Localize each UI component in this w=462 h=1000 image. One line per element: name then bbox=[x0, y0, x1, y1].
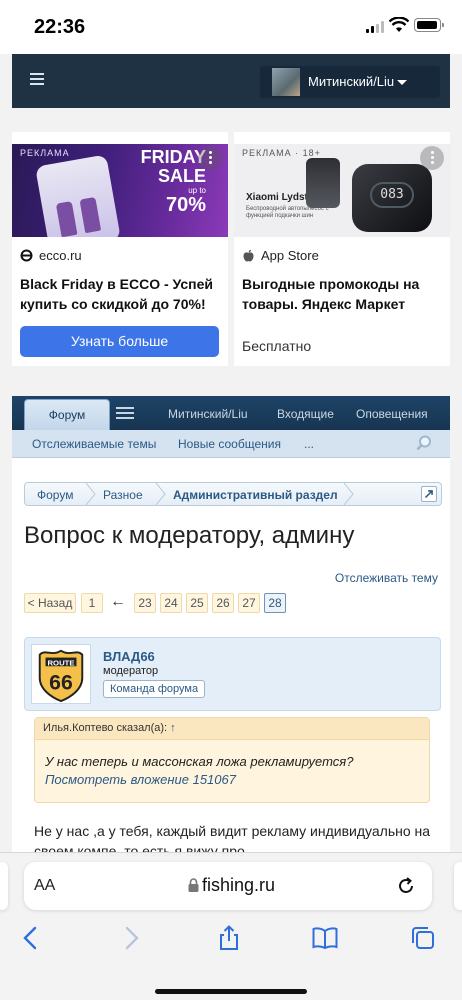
prev-page-button[interactable]: < Назад bbox=[24, 593, 76, 613]
back-icon[interactable] bbox=[18, 925, 44, 951]
battery-icon bbox=[414, 18, 444, 32]
new-posts-link[interactable]: Новые сообщения bbox=[178, 437, 281, 451]
tab-forum[interactable]: Форум bbox=[24, 399, 110, 431]
jump-to-icon[interactable] bbox=[421, 486, 437, 502]
breadcrumb: Форум Разное Административный раздел bbox=[24, 482, 442, 506]
post-body: Не у нас ,а у тебя, каждый видит рекламу… bbox=[34, 823, 431, 856]
tabs-icon[interactable] bbox=[410, 925, 436, 951]
apple-logo-icon bbox=[243, 249, 254, 262]
quote-header: Илья.Коптево сказал(а): ↑ bbox=[35, 718, 429, 740]
arrow-left-icon: ← bbox=[110, 593, 126, 610]
ecco-logo-icon bbox=[20, 249, 33, 262]
page-link[interactable]: 23 bbox=[134, 593, 156, 613]
menu-icon[interactable] bbox=[30, 72, 44, 86]
breadcrumb-separator bbox=[85, 483, 96, 505]
forward-icon[interactable] bbox=[118, 925, 144, 951]
device-image bbox=[306, 158, 340, 208]
ad-source: App Store bbox=[242, 248, 319, 263]
reload-icon[interactable] bbox=[396, 876, 416, 896]
breadcrumb-item[interactable]: Разное bbox=[103, 488, 143, 502]
ad-source: ecco.ru bbox=[20, 248, 82, 263]
chevron-down-icon bbox=[397, 80, 407, 85]
more-options-icon[interactable] bbox=[198, 146, 222, 170]
post-author[interactable]: ВЛАД66 bbox=[103, 649, 155, 664]
forum-nav: Форум Митинский/Liu Входящие Оповещения bbox=[12, 396, 450, 431]
page-link[interactable]: 26 bbox=[212, 593, 234, 613]
post-header: ROUTE 66 ВЛАД66 модератор Команда форума bbox=[24, 637, 441, 711]
product-name: Xiaomi Lydsto bbox=[246, 192, 314, 203]
quote-block: Илья.Коптево сказал(а): ↑ У нас теперь и… bbox=[34, 717, 430, 803]
page-link-current[interactable]: 28 bbox=[264, 593, 286, 613]
wifi-icon bbox=[389, 17, 409, 32]
user-menu[interactable]: Митинский/Liu bbox=[260, 66, 440, 98]
page-link[interactable]: 25 bbox=[186, 593, 208, 613]
bookmarks-icon[interactable] bbox=[312, 925, 338, 951]
ad-label: РЕКЛАМА · 18+ bbox=[242, 148, 321, 158]
ad-price: Бесплатно bbox=[242, 338, 312, 354]
attachment-link[interactable]: Посмотреть вложение 151067 bbox=[45, 772, 236, 787]
ad-banner[interactable]: РЕКЛАМА FRIDAY SALE up to 70% bbox=[12, 144, 228, 237]
arrow-up-icon[interactable]: ↑ bbox=[170, 722, 176, 734]
more-options-icon[interactable] bbox=[420, 146, 444, 170]
cellular-signal-icon bbox=[366, 21, 384, 33]
team-badge: Команда форума bbox=[103, 680, 206, 698]
forum-panel: Форум Митинский/Liu Входящие Оповещения … bbox=[12, 396, 450, 856]
share-icon[interactable] bbox=[216, 925, 242, 951]
home-indicator bbox=[155, 989, 307, 994]
user-name: Митинский/Liu bbox=[308, 74, 395, 89]
ad-banner[interactable]: РЕКЛАМА · 18+ Xiaomi Lydsto Беспроводной… bbox=[234, 144, 450, 237]
sale-text: FRIDAY SALE up to 70% bbox=[140, 147, 206, 216]
url-text: fishing.ru bbox=[202, 875, 276, 895]
status-time: 22:36 bbox=[34, 16, 86, 38]
more-link[interactable]: ... bbox=[304, 437, 314, 451]
breadcrumb-separator bbox=[343, 483, 354, 505]
prev-tab-preview[interactable] bbox=[0, 862, 8, 910]
watch-thread-link[interactable]: Отслеживать тему bbox=[335, 571, 438, 585]
product-desc: Беспроводной автопылесос с функцией подк… bbox=[246, 206, 329, 219]
post-role: модератор bbox=[103, 665, 159, 677]
browser-toolbar: AA fishing.ru bbox=[0, 852, 462, 1000]
site-header: Митинский/Liu bbox=[12, 54, 450, 108]
device-image: 083 bbox=[352, 164, 432, 232]
avatar[interactable]: ROUTE 66 bbox=[31, 644, 91, 704]
status-bar: 22:36 bbox=[0, 0, 462, 54]
address-bar[interactable]: AA fishing.ru bbox=[24, 862, 432, 910]
page-link[interactable]: 1 bbox=[81, 593, 103, 613]
nav-user[interactable]: Митинский/Liu bbox=[168, 407, 248, 421]
breadcrumb-item[interactable]: Форум bbox=[37, 488, 73, 502]
forum-subnav: Отслеживаемые темы Новые сообщения ... bbox=[12, 430, 450, 458]
ad-headline[interactable]: Black Friday в ECCO - Успей купить со ск… bbox=[20, 274, 230, 314]
breadcrumb-separator bbox=[155, 483, 166, 505]
nav-alerts[interactable]: Оповещения bbox=[356, 407, 428, 421]
user-avatar bbox=[272, 68, 300, 96]
device-display: 083 bbox=[370, 182, 414, 208]
watched-threads-link[interactable]: Отслеживаемые темы bbox=[32, 437, 156, 451]
lock-icon bbox=[188, 878, 199, 892]
route-number: 66 bbox=[49, 670, 73, 694]
ad-label: РЕКЛАМА bbox=[20, 148, 70, 158]
quote-text: У нас теперь и массонская ложа рекламиру… bbox=[45, 754, 354, 769]
next-tab-preview[interactable] bbox=[454, 862, 462, 910]
reader-settings-button[interactable]: AA bbox=[34, 877, 55, 895]
ad-ecco[interactable]: РЕКЛАМА FRIDAY SALE up to 70% ecco.ru Bl… bbox=[12, 132, 228, 366]
breadcrumb-item[interactable]: Административный раздел bbox=[173, 488, 338, 502]
learn-more-button[interactable]: Узнать больше bbox=[20, 326, 219, 357]
phone-image bbox=[35, 154, 121, 237]
page-link[interactable]: 27 bbox=[238, 593, 260, 613]
ad-yandex-market[interactable]: РЕКЛАМА · 18+ Xiaomi Lydsto Беспроводной… bbox=[234, 132, 450, 366]
route-text: ROUTE bbox=[47, 658, 74, 667]
search-icon[interactable] bbox=[416, 435, 432, 451]
nav-inbox[interactable]: Входящие bbox=[277, 407, 334, 421]
page-link[interactable]: 24 bbox=[160, 593, 182, 613]
page-title: Вопрос к модератору, админу bbox=[24, 522, 355, 549]
ad-headline[interactable]: Выгодные промокоды на товары. Яндекс Мар… bbox=[242, 274, 452, 314]
menu-icon[interactable] bbox=[116, 407, 134, 419]
